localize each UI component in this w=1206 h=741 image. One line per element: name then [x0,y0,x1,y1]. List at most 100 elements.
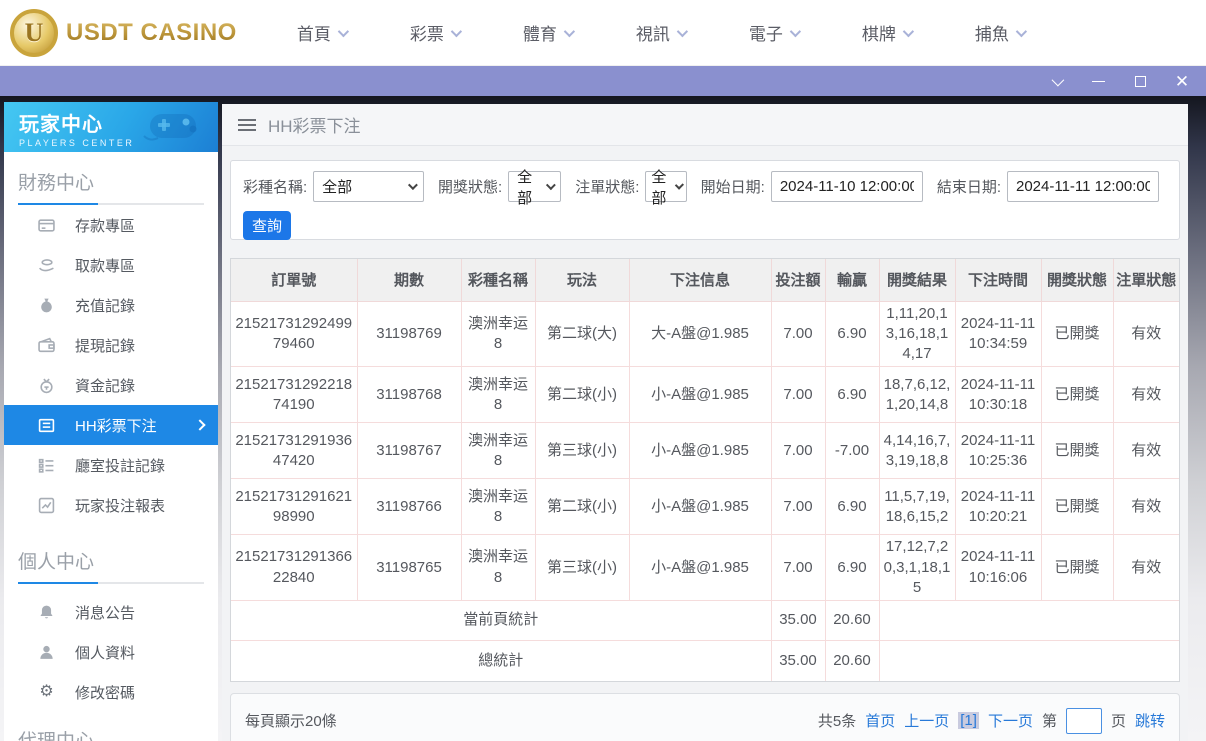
app-window: U USDT CASINO 首頁 彩票 體育 視訊 電子 棋牌 捕魚 ✕ 玩家中… [0,0,1206,741]
menu-toggle-icon[interactable] [238,118,256,131]
nav-label: 棋牌 [861,25,896,44]
lottery-filter-label: 彩種名稱: [243,179,308,196]
page-size-text: 每頁顯示20條 [245,713,337,730]
cell-draw-status: 已開獎 [1041,301,1114,368]
page-summary-row: 當前頁統計 35.00 20.60 [231,600,1179,641]
sidebar: 玩家中心 PLAYERS CENTER 財務中心 存款專區 取款專區 充值記錄 … [4,102,218,741]
window-close-button[interactable]: ✕ [1168,70,1196,92]
end-date-input[interactable] [1007,171,1159,202]
sidebar-item-announcements[interactable]: 消息公告 [4,592,218,632]
sidebar-item-label: 提現記錄 [75,337,136,355]
next-page-link[interactable]: 下一页 [988,710,1033,731]
cell-draw-result: 17,12,7,20,3,1,18,15 [879,534,956,601]
chevron-down-icon [902,25,914,37]
cell-issue: 31198769 [357,301,462,368]
cell-lottery-name: 澳洲幸运8 [461,534,536,601]
page-jump-input[interactable] [1065,707,1102,734]
order-status-filter-label: 注單狀態: [575,179,640,196]
nav-item-boardgames[interactable]: 棋牌 [861,20,914,45]
cell-bet-time: 2024-11-11 10:16:06 [955,534,1042,601]
cell-bet-amount: 7.00 [771,478,826,536]
draw-status-select-value: 全部 [517,168,533,207]
cell-bet-info: 小-A盤@1.985 [629,366,772,424]
cell-bet-info: 小-A盤@1.985 [629,478,772,536]
chevron-down-icon [676,25,688,37]
sidebar-item-recharge-records[interactable]: 充值記錄 [4,285,218,325]
cell-issue: 31198767 [357,422,462,480]
cell-bet-time: 2024-11-11 10:30:18 [955,366,1042,424]
sidebar-item-hall-bet-records[interactable]: 廳室投註記錄 [4,445,218,485]
sidebar-item-withdrawal-records[interactable]: 提現記錄 [4,325,218,365]
cell-order-status: 有效 [1113,478,1179,536]
cell-bet-time: 2024-11-11 10:25:36 [955,422,1042,480]
chevron-down-icon [450,25,462,37]
col-header-winloss: 輸贏 [825,259,880,302]
chevron-down-icon [407,180,418,191]
sidebar-item-withdraw[interactable]: 取款專區 [4,245,218,285]
cell-order-no: 2152173129193647420 [231,422,358,480]
report-chart-icon [38,497,55,514]
cell-bet-time: 2024-11-11 10:20:21 [955,478,1042,536]
chevron-down-icon [545,180,556,190]
draw-status-filter-label: 開獎狀態: [438,179,503,196]
nav-item-sports[interactable]: 體育 [523,20,575,45]
summary-blank [879,641,1179,681]
sidebar-item-change-password[interactable]: ⚙ 修改密碼 [4,672,218,712]
table-row: 2152173129221874190 31198768 澳洲幸运8 第二球(小… [231,366,1179,424]
jump-button[interactable]: 跳转 [1135,710,1165,731]
top-header: U USDT CASINO 首頁 彩票 體育 視訊 電子 棋牌 捕魚 [0,0,1206,66]
cell-order-no: 2152173129249979460 [231,301,358,368]
window-minimize-button[interactable] [1084,70,1112,92]
nav-label: 視訊 [635,25,670,44]
start-date-input[interactable] [770,171,923,202]
nav-item-home[interactable]: 首頁 [297,20,349,45]
nav-item-slots[interactable]: 電子 [749,20,801,45]
brand-logo[interactable]: U USDT CASINO [10,8,237,57]
col-header-bet-time: 下注時間 [955,259,1042,302]
cell-winloss: 6.90 [825,478,880,536]
sidebar-item-player-bet-report[interactable]: 玩家投注報表 [4,485,218,525]
col-header-play-type: 玩法 [535,259,630,302]
col-header-draw-result: 開獎結果 [879,259,956,302]
first-page-link[interactable]: 首页 [865,710,895,731]
cell-order-no: 2152173129136622840 [231,534,358,601]
wallet-icon [38,337,55,354]
col-header-lottery-name: 彩種名稱 [461,259,536,302]
cell-draw-result: 18,7,6,12,1,20,14,8 [879,366,956,424]
top-navigation: 首頁 彩票 體育 視訊 電子 棋牌 捕魚 [297,20,1027,45]
draw-status-select[interactable]: 全部 [508,169,562,207]
prev-page-link[interactable]: 上一页 [904,710,949,731]
search-button[interactable]: 查詢 [243,211,291,240]
pagination-controls: 共5条 首页 上一页 [1] 下一页 第 页 跳转 [818,707,1165,734]
col-header-order-no: 訂單號 [231,259,358,302]
summary-blank [879,600,1179,641]
table-row: 2152173129193647420 31198767 澳洲幸运8 第三球(小… [231,422,1179,480]
summary-bet-amount: 35.00 [771,600,826,641]
end-date-label: 結束日期: [936,179,1001,196]
nav-item-fishing[interactable]: 捕魚 [975,20,1027,45]
lottery-select[interactable]: 全部 [313,171,424,202]
brand-name: USDT CASINO [66,18,237,46]
sidebar-item-profile[interactable]: 個人資料 [4,632,218,672]
coin-logo-icon: U [10,8,58,57]
pagination-bar: 每頁顯示20條 共5条 首页 上一页 [1] 下一页 第 页 跳转 [230,692,1180,741]
sidebar-item-hh-lottery-bets[interactable]: HH彩票下注 [4,405,218,445]
sidebar-item-label: 個人資料 [75,644,136,662]
cell-draw-status: 已開獎 [1041,534,1114,601]
cell-bet-info: 大-A盤@1.985 [629,301,772,368]
sidebar-item-funds-records[interactable]: 資金記錄 [4,365,218,405]
window-titlebar: ✕ [0,66,1206,96]
cell-order-status: 有效 [1113,366,1179,424]
cell-winloss: 6.90 [825,366,880,424]
window-collapse-button[interactable] [1042,70,1070,92]
col-header-issue: 期數 [357,259,462,302]
sidebar-item-deposit[interactable]: 存款專區 [4,205,218,245]
sidebar-item-label: 修改密碼 [75,684,136,702]
current-page-badge[interactable]: [1] [958,712,979,729]
cell-bet-amount: 7.00 [771,301,826,368]
nav-item-lottery[interactable]: 彩票 [410,20,462,45]
window-maximize-button[interactable] [1126,70,1154,92]
order-status-select[interactable]: 全部 [645,169,687,207]
nav-item-video[interactable]: 視訊 [635,20,688,45]
maximize-icon [1134,75,1146,87]
